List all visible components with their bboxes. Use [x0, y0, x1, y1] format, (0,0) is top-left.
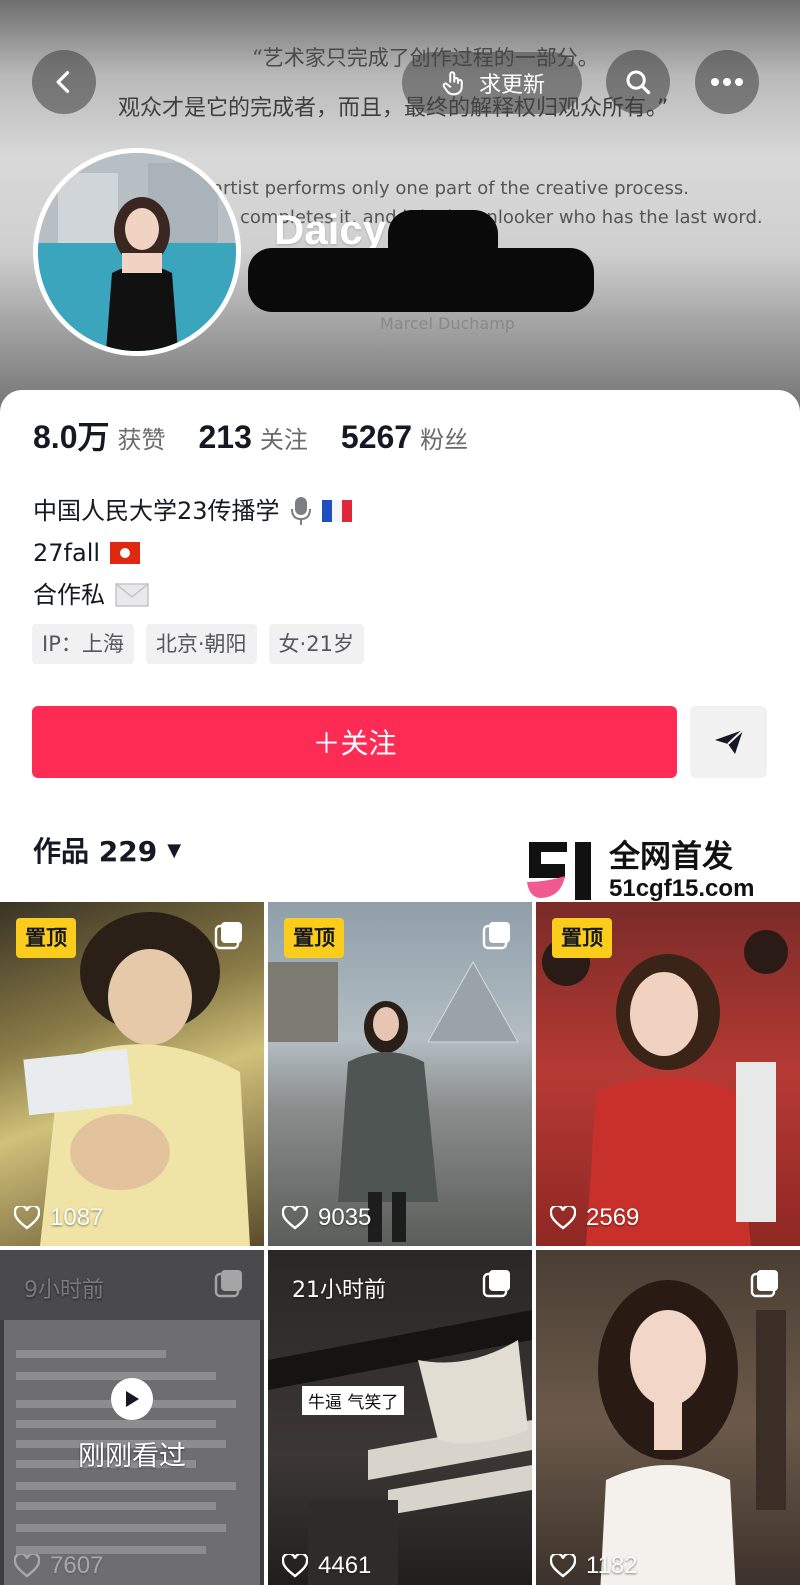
envelope-icon — [115, 583, 149, 607]
request-update-label: 求更新 — [478, 73, 545, 98]
following-count: 213 — [198, 419, 252, 455]
video-tile[interactable]: 21小时前 牛逼 气笑了 4461 — [268, 1250, 532, 1585]
play-icon — [126, 1391, 139, 1407]
ip-tag: IP：上海 — [32, 624, 134, 664]
chevron-left-icon — [56, 71, 70, 93]
multi-image-icon — [482, 922, 510, 950]
likes-count: 8.0万 — [33, 419, 110, 455]
multi-image-icon — [482, 1270, 510, 1298]
banner-quote-en-1: artist performs only one part of the cre… — [212, 178, 689, 199]
stat-following[interactable]: 213 关注 — [199, 419, 308, 456]
like-count: 1182 — [550, 1552, 638, 1580]
stat-followers[interactable]: 5267 粉丝 — [341, 419, 468, 456]
stats-row: 8.0万 获赞 213 关注 5267 粉丝 — [33, 412, 501, 458]
redaction-mark — [248, 248, 594, 312]
location-tag: 北京·朝阳 — [145, 624, 257, 664]
bio-line: 合作私 — [33, 574, 352, 616]
like-count: 4461 — [282, 1552, 371, 1580]
follow-button[interactable]: ＋关注 — [32, 706, 677, 778]
username: Daicy — [274, 206, 387, 253]
bio-contact: 合作私 — [33, 581, 105, 609]
followers-count: 5267 — [340, 419, 413, 455]
bio: 中国人民大学23传播学 27fall 合作私 — [33, 490, 352, 616]
bio-line: 27fall — [33, 532, 352, 574]
heart-icon — [550, 1206, 576, 1230]
heart-icon — [282, 1554, 308, 1578]
heart-icon — [14, 1554, 40, 1578]
like-count-value: 7607 — [50, 1552, 104, 1579]
microphone-icon — [290, 497, 311, 525]
search-button[interactable] — [606, 50, 670, 114]
banner-quote-cn-2: 观众才是它的完成者，而且，最终的解释权归观众所有。” — [118, 96, 669, 121]
video-caption: 牛逼 气笑了 — [302, 1386, 405, 1415]
send-icon — [714, 729, 744, 754]
post-time: 9小时前 — [24, 1278, 104, 1303]
post-time: 21小时前 — [292, 1278, 386, 1303]
like-count: 1087 — [14, 1204, 103, 1232]
request-update-button[interactable]: 求更新 — [402, 52, 582, 114]
search-icon — [626, 70, 651, 95]
caret-down-icon: ▼ — [167, 839, 182, 861]
back-button[interactable] — [32, 50, 96, 114]
more-button[interactable] — [695, 50, 759, 114]
pinned-badge: 置顶 — [284, 918, 344, 958]
like-count-value: 1087 — [50, 1204, 104, 1231]
profile-tags: IP：上海 北京·朝阳 女·21岁 — [32, 624, 364, 664]
heart-icon — [282, 1206, 308, 1230]
play-button[interactable] — [111, 1378, 153, 1420]
banner-quote-author: Marcel Duchamp — [380, 314, 515, 333]
works-label: 作品 229 — [33, 835, 158, 868]
bio-fall: 27fall — [33, 539, 101, 567]
gender-age-tag: 女·21岁 — [268, 624, 364, 664]
video-thumbnail — [598, 1280, 786, 1585]
heart-icon — [550, 1554, 576, 1578]
like-count-value: 4461 — [318, 1552, 372, 1579]
multi-image-icon — [214, 1270, 242, 1298]
just-watched-overlay: 刚刚看过 — [70, 1378, 194, 1473]
video-tile[interactable]: 9小时前 刚刚看过 7607 — [0, 1250, 264, 1585]
video-tile[interactable]: 置顶 1087 — [0, 902, 264, 1246]
multi-image-icon — [214, 922, 242, 950]
like-count-value: 1182 — [586, 1552, 638, 1579]
pinned-badge: 置顶 — [16, 918, 76, 958]
profile-banner: “艺术家只完成了创作过程的一部分。 观众才是它的完成者，而且，最终的解释权归观众… — [0, 0, 800, 420]
like-count-value: 9035 — [318, 1204, 372, 1231]
works-tab[interactable]: 作品 229 ▼ — [33, 830, 181, 870]
like-count: 2569 — [550, 1204, 639, 1232]
like-count-value: 2569 — [586, 1204, 640, 1231]
just-watched-label: 刚刚看过 — [78, 1441, 186, 1472]
more-horizontal-icon — [711, 78, 743, 86]
bio-line: 中国人民大学23传播学 — [33, 490, 352, 532]
multi-image-icon — [750, 1270, 778, 1298]
share-button[interactable] — [690, 706, 767, 778]
video-tile[interactable]: 1182 — [536, 1250, 800, 1585]
likes-label: 获赞 — [117, 426, 166, 454]
bio-school: 中国人民大学23传播学 — [33, 497, 280, 525]
following-label: 关注 — [259, 426, 308, 454]
france-flag-icon — [321, 500, 352, 522]
watermark-url: 51cgf15.com — [609, 875, 755, 902]
watermark: 全网首发 51cgf15.com — [525, 835, 785, 907]
like-count: 9035 — [282, 1204, 371, 1232]
avatar[interactable] — [33, 148, 241, 356]
pinned-badge: 置顶 — [552, 918, 612, 958]
hong-kong-flag-icon — [110, 542, 141, 564]
avatar-photo — [38, 153, 236, 351]
watermark-cn: 全网首发 — [609, 839, 733, 875]
profile-card: 8.0万 获赞 213 关注 5267 粉丝 全网首发 51cgf15.com … — [0, 390, 800, 902]
video-tile[interactable]: 置顶 9035 — [268, 902, 532, 1246]
watermark-logo — [527, 842, 591, 900]
heart-icon — [14, 1206, 40, 1230]
video-tile[interactable]: 置顶 2569 — [536, 902, 800, 1246]
hand-pointer-icon — [442, 71, 463, 96]
followers-label: 粉丝 — [420, 426, 469, 454]
stat-likes: 8.0万 获赞 — [33, 412, 166, 458]
like-count: 7607 — [14, 1552, 103, 1580]
